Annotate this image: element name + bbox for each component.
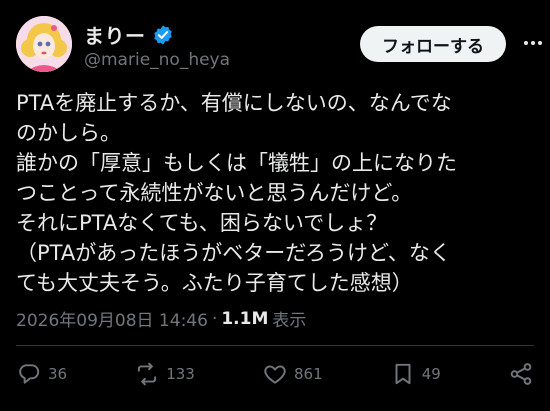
- post-line: それにPTAなくても、困らないでしょ？: [16, 211, 388, 235]
- post-text: PTAを廃止するか、有償にしないの、なんでな のかしら。 誰かの「厚意」もしくは…: [16, 88, 534, 298]
- display-name[interactable]: まりー: [84, 20, 146, 49]
- post-line: 誰かの「厚意」もしくは「犠牲」の上になりた: [16, 151, 457, 175]
- post-line: ても大丈夫そう。ふたり子育てした感想）: [16, 271, 413, 295]
- handle[interactable]: @marie_no_heya: [84, 50, 230, 70]
- reply-icon: [19, 364, 40, 384]
- like-button[interactable]: 861: [262, 361, 323, 387]
- action-bar: 36 133 861 49: [16, 356, 534, 392]
- share-icon: [510, 363, 532, 385]
- more-options-icon[interactable]: [520, 30, 546, 56]
- reply-count: 36: [48, 365, 68, 383]
- like-count: 861: [293, 365, 323, 383]
- repost-icon: [138, 362, 157, 386]
- meta-separator: ·: [211, 308, 218, 329]
- verified-badge-icon: [153, 24, 172, 45]
- follow-button[interactable]: フォローする: [360, 26, 506, 62]
- views-count: 1.1M: [221, 308, 269, 329]
- views-label: 表示: [272, 311, 307, 331]
- post-line: （PTAがあったほうがベターだろうけど、なく: [16, 241, 451, 265]
- repost-button[interactable]: 133: [134, 361, 195, 387]
- heart-icon: [264, 365, 286, 384]
- name-row: まりー: [84, 20, 174, 49]
- bookmark-button[interactable]: 49: [390, 361, 441, 387]
- post-line: つことって永続性がないと思うんだけど。: [16, 181, 413, 205]
- bookmark-count: 49: [421, 365, 441, 383]
- post-header: まりー @marie_no_heya フォローする: [16, 10, 542, 80]
- timestamp[interactable]: 2026年09月08日 14:46: [16, 306, 208, 331]
- post-line: のかしら。: [16, 121, 121, 145]
- share-button[interactable]: [508, 361, 534, 387]
- avatar[interactable]: [16, 16, 72, 72]
- bookmark-icon: [395, 363, 411, 385]
- repost-count: 133: [166, 365, 195, 383]
- reply-button[interactable]: 36: [16, 361, 67, 387]
- post-line: PTAを廃止するか、有償にしないの、なんでな: [16, 91, 452, 115]
- post-meta: 2026年09月08日 14:46 · 1.1M 表示: [16, 306, 534, 332]
- avatar-illustration: [16, 16, 72, 72]
- divider: [16, 345, 534, 346]
